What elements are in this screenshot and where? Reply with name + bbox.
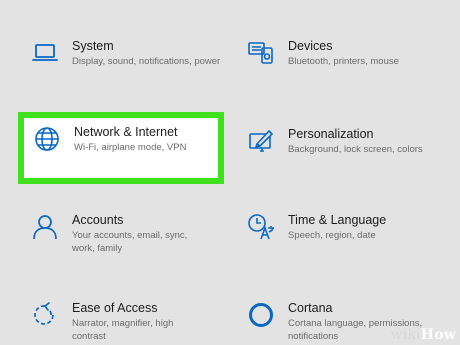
tile-description: Speech, region, date [288,230,376,241]
settings-tile-system[interactable]: System Display, sound, notifications, po… [30,38,220,69]
tile-description: Display, sound, notifications, power [72,56,221,67]
settings-tile-ease-of-access[interactable]: Ease of Access Narrator, magnifier, high… [30,300,220,343]
tile-description: Your accounts, email, sync, work, family [72,230,188,254]
tile-title: Personalization [288,127,374,141]
tile-title: Cortana [288,301,333,315]
time-language-icon [246,212,276,242]
tile-description: Narrator, magnifier, high contrast [72,318,174,342]
paint-icon [246,126,276,156]
settings-tile-time-language[interactable]: Time & Language Speech, region, date [246,212,456,243]
tile-description: Background, lock screen, colors [288,144,423,155]
settings-tile-devices[interactable]: Devices Bluetooth, printers, mouse [246,38,456,69]
wikihow-watermark: wikiHow [391,327,456,343]
settings-tile-personalization[interactable]: Personalization Background, lock screen,… [246,126,456,157]
cortana-icon [246,300,276,330]
tile-title: Ease of Access [72,301,158,315]
settings-tile-accounts[interactable]: Accounts Your accounts, email, sync, wor… [30,212,220,255]
settings-tile-network-internet[interactable]: Network & Internet Wi-Fi, airplane mode,… [18,112,224,184]
laptop-icon [30,38,60,68]
devices-icon [246,38,276,68]
tile-title: Devices [288,39,333,53]
tile-title: System [72,39,114,53]
ease-of-access-icon [30,300,60,330]
tile-title: Accounts [72,213,124,227]
tile-description: Bluetooth, printers, mouse [288,56,399,67]
watermark-left: wiki [390,327,421,343]
tile-title: Network & Internet [74,125,178,139]
tile-title: Time & Language [288,213,387,227]
watermark-right: How [420,327,456,343]
tile-description: Wi-Fi, airplane mode, VPN [74,142,187,153]
person-icon [30,212,60,242]
globe-icon [32,124,62,154]
